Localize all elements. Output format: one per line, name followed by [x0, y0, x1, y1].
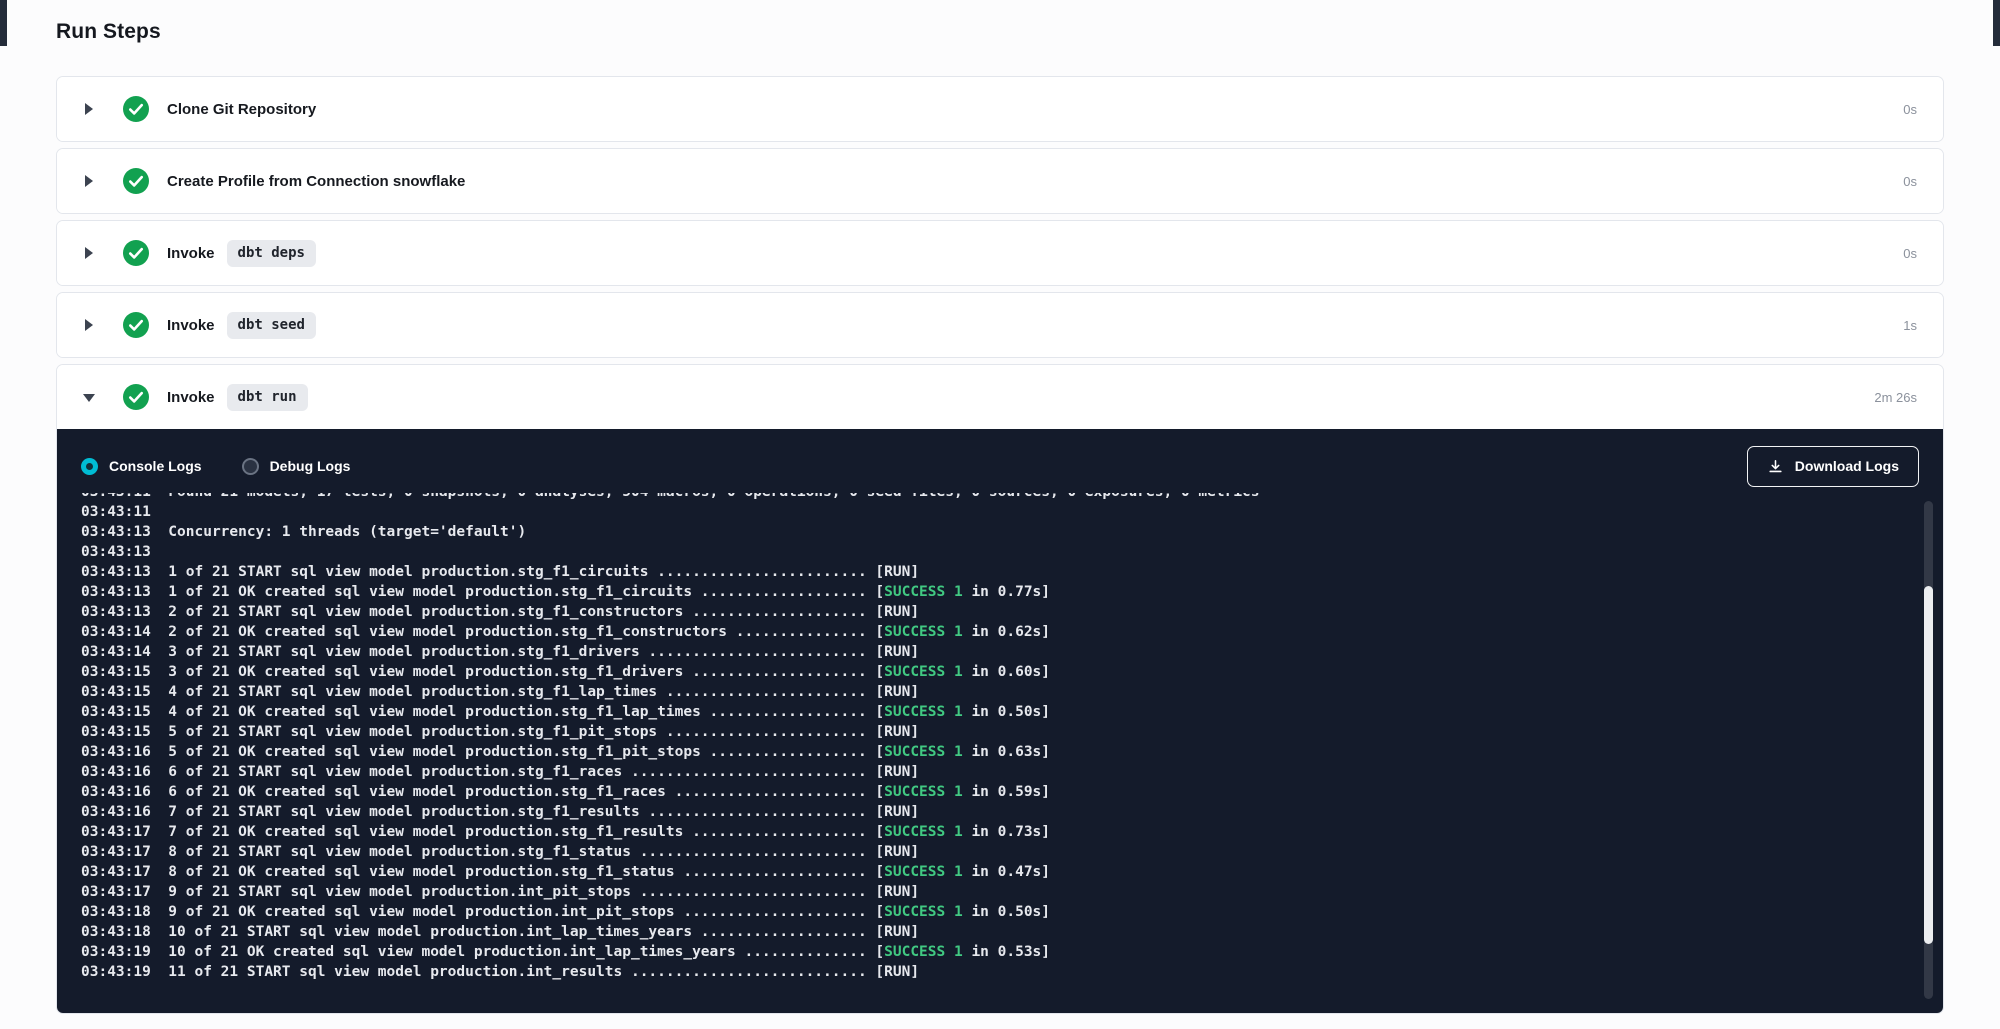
window-edge-left [0, 0, 7, 46]
step-header-dbt-deps[interactable]: Invoke dbt deps 0s [57, 221, 1943, 285]
log-line: 03:43:17 8 of 21 OK created sql view mod… [81, 862, 1919, 882]
debug-logs-radio[interactable]: Debug Logs [242, 458, 351, 475]
step-header-clone-git-repository[interactable]: Clone Git Repository 0s [57, 77, 1943, 141]
success-check-icon [123, 312, 149, 338]
step-duration: 0s [1903, 174, 1917, 189]
log-line: 03:43:15 4 of 21 START sql view model pr… [81, 682, 1919, 702]
download-logs-label: Download Logs [1795, 458, 1899, 474]
step-card-dbt-seed: Invoke dbt seed 1s [56, 292, 1944, 358]
download-icon [1767, 458, 1784, 475]
log-line: 03:43:17 9 of 21 START sql view model pr… [81, 882, 1919, 902]
log-scrollbar-track[interactable] [1924, 501, 1933, 999]
success-check-icon [123, 96, 149, 122]
radio-label: Console Logs [109, 458, 202, 474]
log-line: 03:43:16 5 of 21 OK created sql view mod… [81, 742, 1919, 762]
command-chip: dbt deps [227, 240, 316, 267]
log-scrollbar-thumb[interactable] [1924, 586, 1933, 945]
step-label: Clone Git Repository [167, 101, 316, 118]
chevron-right-icon[interactable] [83, 318, 97, 332]
chevron-right-icon[interactable] [83, 174, 97, 188]
log-line: 03:43:19 11 of 21 START sql view model p… [81, 962, 1919, 982]
chevron-down-icon[interactable] [83, 390, 97, 404]
step-header-dbt-run[interactable]: Invoke dbt run 2m 26s [57, 365, 1943, 429]
log-panel: Console Logs Debug Logs Download Logs 03… [57, 429, 1943, 1013]
step-card-clone-git-repository: Clone Git Repository 0s [56, 76, 1944, 142]
step-duration: 0s [1903, 246, 1917, 261]
log-line: 03:43:11 [81, 502, 1919, 522]
run-steps-page: Run Steps Clone Git Repository 0s Create… [0, 0, 2000, 1014]
log-line: 03:43:14 2 of 21 OK created sql view mod… [81, 622, 1919, 642]
log-line: 03:43:19 10 of 21 OK created sql view mo… [81, 942, 1919, 962]
step-card-create-profile: Create Profile from Connection snowflake… [56, 148, 1944, 214]
command-chip: dbt run [227, 384, 308, 411]
log-line: 03:43:13 1 of 21 START sql view model pr… [81, 562, 1919, 582]
console-logs-radio[interactable]: Console Logs [81, 458, 202, 475]
log-line: 03:43:16 6 of 21 START sql view model pr… [81, 762, 1919, 782]
log-line: 03:43:14 3 of 21 START sql view model pr… [81, 642, 1919, 662]
log-panel-toolbar: Console Logs Debug Logs Download Logs [81, 445, 1919, 487]
step-header-dbt-seed[interactable]: Invoke dbt seed 1s [57, 293, 1943, 357]
log-line: 03:43:13 Concurrency: 1 threads (target=… [81, 522, 1919, 542]
log-line: 03:43:13 [81, 542, 1919, 562]
log-line: 03:43:11 Found 21 models, 17 tests, 0 sn… [81, 493, 1919, 502]
success-check-icon [123, 168, 149, 194]
log-line: 03:43:13 1 of 21 OK created sql view mod… [81, 582, 1919, 602]
log-line: 03:43:15 5 of 21 START sql view model pr… [81, 722, 1919, 742]
log-line: 03:43:17 8 of 21 START sql view model pr… [81, 842, 1919, 862]
step-duration: 2m 26s [1874, 390, 1917, 405]
step-header-create-profile[interactable]: Create Profile from Connection snowflake… [57, 149, 1943, 213]
radio-unselected-icon [242, 458, 259, 475]
command-chip: dbt seed [227, 312, 316, 339]
step-label: Create Profile from Connection snowflake [167, 173, 465, 190]
log-line: 03:43:13 2 of 21 START sql view model pr… [81, 602, 1919, 622]
log-line: 03:43:18 9 of 21 OK created sql view mod… [81, 902, 1919, 922]
log-line: 03:43:15 3 of 21 OK created sql view mod… [81, 662, 1919, 682]
success-check-icon [123, 240, 149, 266]
page-title: Run Steps [56, 20, 1944, 44]
step-card-dbt-run: Invoke dbt run 2m 26s Console Logs Debug… [56, 364, 1944, 1014]
window-edge-right [1993, 0, 2000, 46]
radio-label: Debug Logs [270, 458, 351, 474]
log-line: 03:43:16 6 of 21 OK created sql view mod… [81, 782, 1919, 802]
success-check-icon [123, 384, 149, 410]
step-label: Invoke [167, 389, 215, 406]
console-log-output[interactable]: 03:43:11 Found 21 models, 17 tests, 0 sn… [81, 493, 1919, 999]
chevron-right-icon[interactable] [83, 102, 97, 116]
log-line: 03:43:15 4 of 21 OK created sql view mod… [81, 702, 1919, 722]
log-line: 03:43:18 10 of 21 START sql view model p… [81, 922, 1919, 942]
log-line: 03:43:16 7 of 21 START sql view model pr… [81, 802, 1919, 822]
chevron-right-icon[interactable] [83, 246, 97, 260]
step-duration: 0s [1903, 102, 1917, 117]
step-card-dbt-deps: Invoke dbt deps 0s [56, 220, 1944, 286]
radio-selected-icon [81, 458, 98, 475]
download-logs-button[interactable]: Download Logs [1747, 446, 1919, 487]
log-line: 03:43:17 7 of 21 OK created sql view mod… [81, 822, 1919, 842]
step-label: Invoke [167, 317, 215, 334]
step-label: Invoke [167, 245, 215, 262]
step-duration: 1s [1903, 318, 1917, 333]
